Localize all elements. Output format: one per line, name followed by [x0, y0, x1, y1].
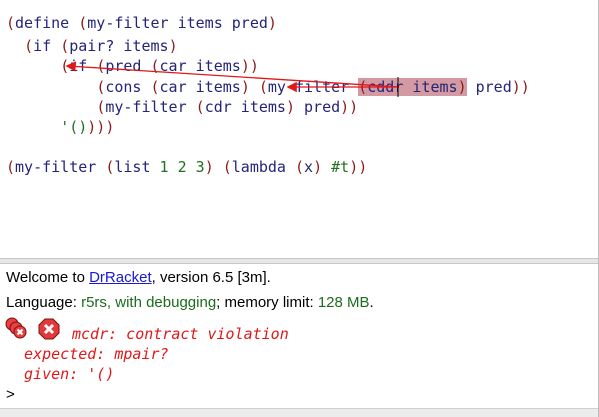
code-line[interactable]: (if (pred (car items)) [6, 56, 259, 76]
code-token: #t [331, 158, 350, 176]
code-line[interactable]: (if (pair? items) [6, 36, 178, 56]
code-token: '() [60, 118, 88, 136]
welcome-prefix: Welcome to [6, 269, 90, 286]
code-token: cons [105, 78, 151, 96]
error-message: mcdr: contract violation [72, 325, 289, 343]
code-token: ( [358, 78, 368, 96]
code-token: )) [511, 78, 530, 96]
memory-label: ; memory limit: [216, 294, 318, 311]
code-token: 1 2 3 [159, 158, 205, 176]
drracket-link[interactable]: DrRacket [89, 269, 152, 286]
code-line[interactable]: '()))) [6, 117, 114, 137]
language-end: . [369, 294, 374, 311]
repl-prompt[interactable]: > [6, 386, 15, 403]
code-token: pred [466, 78, 512, 96]
code-token: if [69, 57, 97, 75]
language-line: Language: r5rs, with debugging; memory l… [6, 294, 374, 311]
code-token: ( [6, 14, 16, 32]
error-expected: expected: mpair? [6, 345, 169, 363]
code-token: list [114, 158, 160, 176]
code-token: ( [60, 57, 70, 75]
code-token: ( [96, 98, 106, 116]
welcome-suffix: , version 6.5 [3m]. [151, 269, 271, 286]
code-token: my-filter [105, 98, 196, 116]
code-line[interactable]: (my-filter (list 1 2 3) (lambda (x) #t)) [6, 157, 367, 177]
code-token: pred [304, 98, 341, 116]
error-given: given: '() [6, 365, 115, 383]
code-token: ( [6, 158, 16, 176]
definitions-editor[interactable]: (define (my-filter items pred) (if (pair… [0, 0, 599, 258]
welcome-line: Welcome to DrRacket, version 6.5 [3m]. [6, 269, 271, 286]
interactions-pane[interactable]: Welcome to DrRacket, version 6.5 [3m]. L… [0, 264, 599, 417]
code-token: my-filter items pred [87, 14, 268, 32]
code-token: ( [295, 158, 305, 176]
error-trace-icon[interactable] [5, 317, 27, 339]
code-token: define [15, 14, 79, 32]
code-token: )) [240, 57, 259, 75]
code-token: car items [159, 57, 241, 75]
code-token: ) [457, 78, 467, 96]
code-token: ) [313, 158, 332, 176]
code-token: ( [24, 37, 34, 55]
code-line[interactable]: (define (my-filter items pred) [6, 13, 277, 33]
code-token: ( [195, 98, 205, 116]
code-token: ) [267, 14, 277, 32]
language-name: r5rs, with debugging [81, 294, 217, 311]
code-token: )) [340, 98, 359, 116]
code-token: cddr items [367, 78, 458, 96]
code-token: ) ( [240, 78, 268, 96]
memory-limit-value: 128 MB [317, 294, 370, 311]
code-token: pair? items [69, 37, 169, 55]
code-token: ( [150, 78, 160, 96]
code-token: ) ( [204, 158, 232, 176]
code-token: x [304, 158, 314, 176]
code-token: if [33, 37, 61, 55]
code-token: car items [159, 78, 241, 96]
language-label: Language: [6, 294, 82, 311]
code-line[interactable]: (cons (car items) (my-filter (cddr items… [6, 77, 530, 97]
code-token: ( [96, 57, 106, 75]
code-token: my-filter [15, 158, 106, 176]
code-token: lambda [231, 158, 295, 176]
code-line[interactable]: (my-filter (cdr items) pred)) [6, 97, 358, 117]
code-token: ) [168, 37, 178, 55]
error-stop-icon[interactable] [38, 318, 60, 340]
code-token: ))) [87, 118, 115, 136]
code-token: )) [349, 158, 368, 176]
status-bar [0, 408, 599, 417]
code-token: my-filter [267, 78, 359, 96]
code-token: ( [150, 57, 160, 75]
code-token: ) [285, 98, 305, 116]
code-token: pred [105, 57, 151, 75]
code-token: ( [96, 78, 106, 96]
code-token: ( [78, 14, 88, 32]
code-token: cdr items [204, 98, 286, 116]
code-token: ( [60, 37, 70, 55]
